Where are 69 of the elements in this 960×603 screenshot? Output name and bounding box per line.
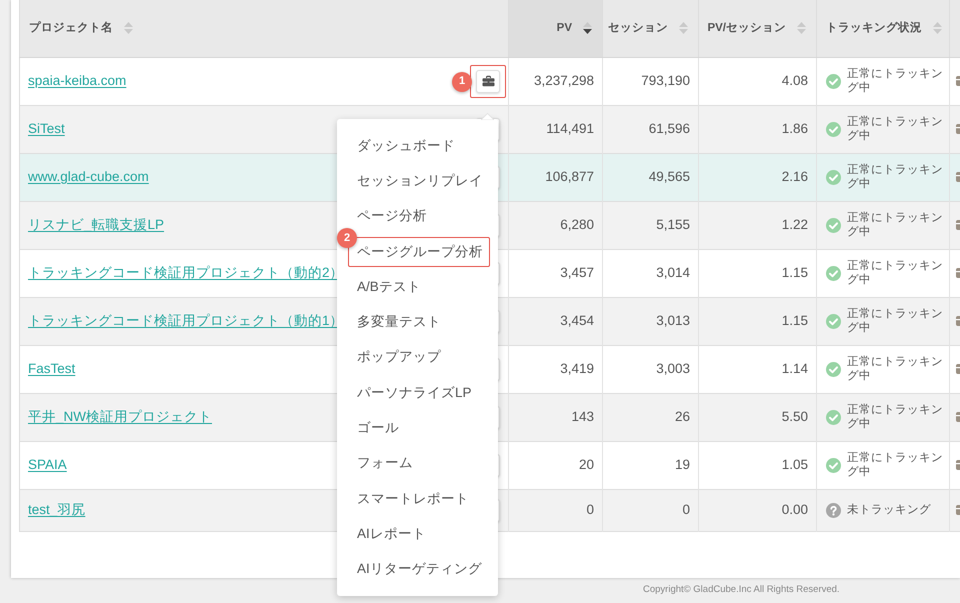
tracking-status: 正常にトラッキング中 xyxy=(847,451,943,479)
pv-cell: 3,454 xyxy=(508,297,602,345)
menu-item[interactable]: セッションリプレイ xyxy=(357,170,483,191)
sessions-cell: 61,596 xyxy=(602,105,698,153)
column-header[interactable]: セッション xyxy=(602,0,698,57)
menu-item[interactable]: ページ分析 xyxy=(357,206,427,226)
ratio-cell: 1.15 xyxy=(698,249,816,297)
ratio-cell: 1.14 xyxy=(698,345,816,393)
pv-cell: 3,237,298 xyxy=(508,57,602,105)
tracking-status: 正常にトラッキング中 xyxy=(847,211,943,239)
pv-cell: 143 xyxy=(508,393,602,441)
callout-badge: 2 xyxy=(337,228,357,248)
pv-cell: 106,877 xyxy=(508,153,602,201)
callout-badge: 1 xyxy=(452,72,472,92)
tracking-status: 正常にトラッキング中 xyxy=(847,115,943,143)
menu-item[interactable]: 多変量テスト xyxy=(357,312,441,332)
cut-off-icon xyxy=(956,219,960,231)
column-header[interactable]: プロジェクト名 xyxy=(20,0,508,57)
menu-item[interactable]: スマートレポート xyxy=(357,488,469,509)
tracking-status: 正常にトラッキング中 xyxy=(847,163,943,191)
cut-off-icon xyxy=(956,171,960,183)
sessions-cell: 49,565 xyxy=(602,153,698,201)
sessions-cell: 3,003 xyxy=(602,345,698,393)
cut-off-icon xyxy=(956,315,960,327)
menu-item[interactable]: パーソナライズLP xyxy=(357,382,472,403)
menu-item[interactable]: ダッシュボード xyxy=(357,136,455,156)
pv-cell: 3,419 xyxy=(508,345,602,393)
pv-cell: 6,280 xyxy=(508,201,602,249)
pv-cell: 20 xyxy=(508,441,602,489)
tracking-status: 正常にトラッキング中 xyxy=(847,307,943,335)
tracking-status: 正常にトラッキング中 xyxy=(847,259,943,287)
menu-item[interactable]: ポップアップ xyxy=(357,347,441,368)
menu-item[interactable]: フォーム xyxy=(357,453,413,474)
cut-off-icon xyxy=(956,123,960,135)
menu-item[interactable]: A/Bテスト xyxy=(357,276,421,297)
menu-item[interactable]: ゴール xyxy=(357,418,399,438)
ratio-cell: 1.15 xyxy=(698,297,816,345)
ratio-cell: 4.08 xyxy=(698,57,816,105)
menu-item[interactable]: ページグループ分析 xyxy=(357,242,483,262)
sessions-cell: 5,155 xyxy=(602,201,698,249)
tracking-status: 未トラッキング xyxy=(847,503,932,517)
briefcase-icon xyxy=(482,75,494,87)
copyright-text: Copyright© GladCube.Inc All Rights Reserved. xyxy=(643,583,840,598)
pv-cell: 3,457 xyxy=(508,249,602,297)
ratio-cell: 1.05 xyxy=(698,441,816,489)
sessions-cell: 3,013 xyxy=(602,297,698,345)
pv-cell: 0 xyxy=(508,489,602,531)
menu-item[interactable]: AIリターゲティング xyxy=(357,559,482,580)
ratio-cell: 2.16 xyxy=(698,153,816,201)
pv-cell: 114,491 xyxy=(508,105,602,153)
menu-item[interactable]: AIレポート xyxy=(357,524,426,544)
tracking-status: 正常にトラッキング中 xyxy=(847,355,943,383)
ratio-cell: 1.86 xyxy=(698,105,816,153)
sessions-cell: 19 xyxy=(602,441,698,489)
sessions-cell: 26 xyxy=(602,393,698,441)
tracking-status: 正常にトラッキング中 xyxy=(847,67,943,95)
column-header[interactable]: PV/セッション xyxy=(698,0,816,57)
column-header[interactable]: PV xyxy=(508,0,602,57)
sessions-cell: 0 xyxy=(602,489,698,531)
ratio-cell: 5.50 xyxy=(698,393,816,441)
sessions-cell: 793,190 xyxy=(602,57,698,105)
cut-off-icon xyxy=(956,411,960,423)
sessions-cell: 3,014 xyxy=(602,249,698,297)
tracking-status: 正常にトラッキング中 xyxy=(847,403,943,431)
ratio-cell: 0.00 xyxy=(698,489,816,531)
cut-off-icon xyxy=(956,504,960,516)
column-header[interactable]: トラッキング状況 xyxy=(816,0,950,57)
tools-button[interactable] xyxy=(476,70,500,92)
ratio-cell: 1.22 xyxy=(698,201,816,249)
